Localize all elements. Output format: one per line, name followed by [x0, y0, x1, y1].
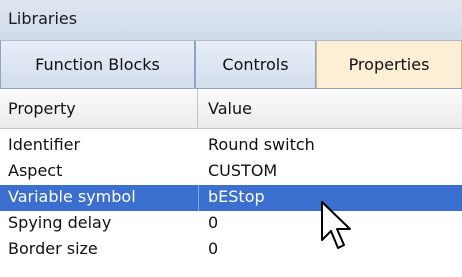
property-name: Spying delay — [8, 213, 112, 232]
column-divider — [198, 185, 199, 211]
column-header-property[interactable]: Property — [0, 89, 198, 128]
property-name: Border size — [8, 239, 98, 258]
property-row-aspect[interactable]: Aspect CUSTOM — [0, 159, 462, 185]
property-value[interactable]: 0 — [208, 239, 218, 258]
property-name: Aspect — [8, 161, 63, 180]
property-row-border-size[interactable]: Border size 0 — [0, 237, 462, 263]
property-name: Variable symbol — [8, 187, 136, 206]
property-value[interactable]: 0 — [208, 213, 218, 232]
tab-strip: Function Blocks Controls Properties — [0, 41, 462, 89]
tab-properties[interactable]: Properties — [316, 41, 462, 89]
panel-title: Libraries — [8, 9, 78, 28]
property-value[interactable]: Round switch — [208, 135, 315, 154]
property-row-variable-symbol[interactable]: Variable symbol bEStop — [0, 185, 462, 211]
property-value[interactable]: CUSTOM — [208, 161, 277, 180]
property-value[interactable]: bEStop — [208, 187, 265, 206]
column-header-value[interactable]: Value — [198, 89, 462, 128]
property-row-identifier[interactable]: Identifier Round switch — [0, 133, 462, 159]
property-grid: Identifier Round switch Aspect CUSTOM Va… — [0, 133, 462, 263]
property-grid-header: Property Value — [0, 89, 462, 129]
tab-function-blocks[interactable]: Function Blocks — [0, 41, 195, 89]
tab-controls[interactable]: Controls — [195, 41, 316, 89]
property-row-spying-delay[interactable]: Spying delay 0 — [0, 211, 462, 237]
property-name: Identifier — [8, 135, 81, 154]
libraries-panel-title-bar: Libraries — [0, 0, 462, 41]
